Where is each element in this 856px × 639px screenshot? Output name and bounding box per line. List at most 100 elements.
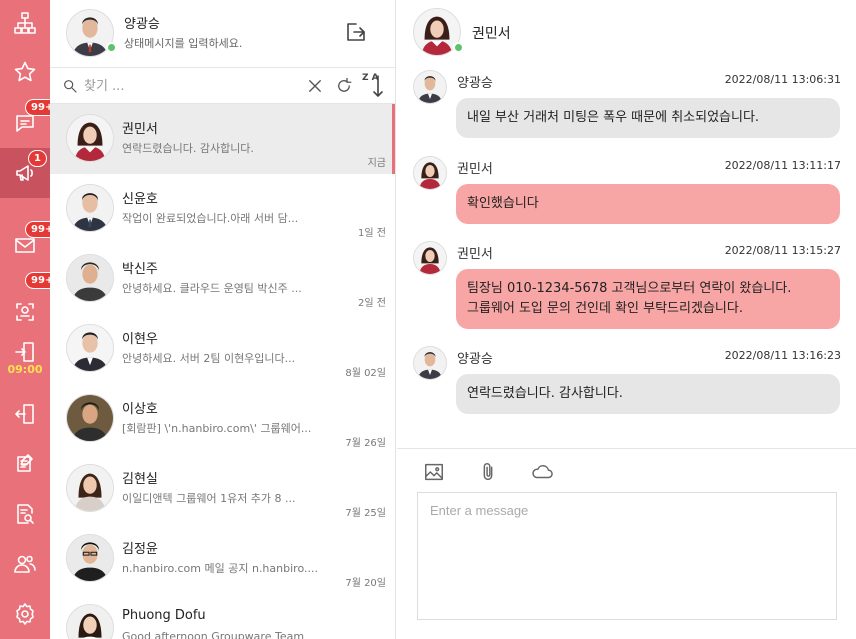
contact-name: Phuong Dofu bbox=[122, 608, 206, 623]
man-portrait-icon bbox=[67, 325, 113, 371]
attach-image-button[interactable] bbox=[423, 461, 445, 483]
rail-people[interactable] bbox=[0, 544, 50, 584]
people-icon bbox=[14, 555, 36, 573]
rail-search-docs[interactable] bbox=[0, 494, 50, 534]
contact-avatar bbox=[66, 184, 114, 232]
clock-in-time: 09:00 bbox=[7, 363, 43, 376]
rail-rec[interactable]: 99+ bbox=[0, 272, 60, 332]
contact-avatar bbox=[66, 464, 114, 512]
woman-portrait-icon bbox=[67, 465, 113, 511]
sender-avatar bbox=[413, 346, 447, 380]
rail-memo[interactable] bbox=[0, 443, 50, 483]
sort-button[interactable]: Z A bbox=[362, 73, 386, 99]
message-sender: 권민서 bbox=[457, 247, 493, 262]
chat-message: 양광승 2022/08/11 13:16:23 연락드렸습니다. 감사합니다. bbox=[397, 346, 856, 422]
rail-org-chart[interactable] bbox=[0, 3, 50, 43]
message-preview: 안녕하세요. 서버 2팀 이현우입니다... bbox=[122, 352, 296, 365]
message-bubble: 팀장님 010-1234-5678 고객님으로부터 연락이 왔습니다. 그룹웨어… bbox=[456, 269, 840, 329]
message-time: 7월 25일 bbox=[345, 508, 386, 519]
message-text: 팀장님 010-1234-5678 고객님으로부터 연락이 왔습니다. bbox=[467, 281, 792, 296]
woman-portrait-icon bbox=[67, 115, 113, 161]
conversation-item[interactable]: 이현우 안녕하세요. 서버 2팀 이현우입니다... 8월 02일 bbox=[50, 314, 395, 384]
contact-avatar bbox=[66, 534, 114, 582]
search-bar: Z A bbox=[50, 68, 395, 104]
conversation-list: 권민서 연락드렸습니다. 감사합니다. 지금 신윤호 작업이 완료되었습니다.아… bbox=[50, 104, 395, 639]
refresh-icon bbox=[338, 77, 352, 92]
star-icon bbox=[14, 61, 36, 82]
attachment-icon bbox=[483, 463, 493, 481]
contact-avatar bbox=[66, 604, 114, 639]
message-bubble: 연락드렸습니다. 감사합니다. bbox=[456, 374, 840, 414]
message-sender: 권민서 bbox=[457, 162, 493, 177]
message-text: 그룹웨어 도입 문의 건인데 확인 부탁드리겠습니다. bbox=[467, 301, 743, 316]
gear-icon bbox=[16, 603, 34, 625]
rail-messages[interactable]: 99+ bbox=[0, 99, 60, 143]
message-time: 2일 전 bbox=[358, 298, 386, 309]
search-doc-icon bbox=[17, 504, 34, 524]
message-sender: 양광승 bbox=[457, 76, 493, 91]
left-rail: 99+ 1 99+ 99+ 09:00 bbox=[0, 0, 60, 639]
logout-icon bbox=[347, 23, 365, 41]
conversation-item[interactable]: 신윤호 작업이 완료되었습니다.아래 서버 담... 1일 전 bbox=[50, 174, 395, 244]
message-time: 지금 bbox=[367, 158, 386, 169]
message-timestamp: 2022/08/11 13:15:27 bbox=[724, 244, 841, 257]
conversation-item[interactable]: 김현실 이일디앤텍 그룹웨어 1유저 추가 8 ... 7월 25일 bbox=[50, 454, 395, 524]
man-portrait-icon bbox=[67, 535, 113, 581]
rail-settings[interactable] bbox=[0, 594, 50, 634]
message-preview: 작업이 완료되었습니다.아래 서버 담... bbox=[122, 212, 299, 225]
messenger-app: 99+ 1 99+ 99+ 09:00 양광승 상태메시지를 입력하세요. 찾기… bbox=[0, 0, 856, 639]
rail-clock-out[interactable] bbox=[0, 394, 50, 434]
chat-message: 권민서 2022/08/11 13:11:17 확인했습니다 bbox=[397, 156, 856, 228]
contact-name: 신윤호 bbox=[122, 192, 158, 207]
message-timestamp: 2022/08/11 13:06:31 bbox=[724, 73, 841, 86]
conversation-item[interactable]: 이상호 [회람판] \'n.hanbiro.com\' 그룹웨어... 7월 2… bbox=[50, 384, 395, 454]
contact-name: 이상호 bbox=[122, 402, 158, 417]
message-input[interactable] bbox=[417, 492, 837, 620]
status-message[interactable]: 상태메시지를 입력하세요. bbox=[124, 35, 242, 51]
rec-icon bbox=[16, 303, 34, 321]
message-text: 연락드렸습니다. 감사합니다. bbox=[467, 386, 623, 401]
man-portrait-icon bbox=[414, 71, 446, 103]
woman-portrait-icon bbox=[414, 242, 446, 274]
message-preview: Good afternoon Groupware Team bbox=[122, 630, 305, 639]
message-time: 7월 20일 bbox=[345, 578, 386, 589]
clear-search-button[interactable] bbox=[306, 77, 324, 95]
contact-name: 이현우 bbox=[122, 332, 158, 347]
my-profile: 양광승 상태메시지를 입력하세요. bbox=[50, 0, 395, 68]
message-timestamp: 2022/08/11 13:11:17 bbox=[724, 159, 841, 172]
online-status-dot bbox=[453, 42, 464, 53]
notice-badge: 1 bbox=[28, 150, 47, 167]
woman-portrait-icon bbox=[414, 157, 446, 189]
rail-mail[interactable]: 99+ bbox=[0, 221, 60, 265]
logout-button[interactable] bbox=[344, 20, 368, 44]
search-input[interactable] bbox=[84, 75, 294, 97]
chat-panel: 권민서 양광승 2022/08/11 13:06:31 내일 부산 거래처 미팅… bbox=[397, 0, 856, 639]
man-portrait-icon bbox=[67, 185, 113, 231]
contact-name: 김정윤 bbox=[122, 542, 158, 557]
rail-notice[interactable]: 1 bbox=[0, 148, 50, 198]
rail-favorites[interactable] bbox=[0, 52, 50, 92]
attach-file-button[interactable] bbox=[477, 461, 499, 483]
rail-clock-in[interactable]: 09:00 bbox=[0, 336, 50, 380]
message-time: 1일 전 bbox=[358, 228, 386, 239]
contact-name: 권민서 bbox=[122, 122, 158, 137]
message-preview: 연락드렸습니다. 감사합니다. bbox=[122, 142, 254, 155]
contact-name: 김현실 bbox=[122, 472, 158, 487]
conversation-item[interactable]: Phuong Dofu Good afternoon Groupware Tea… bbox=[50, 594, 395, 639]
clock-in-icon bbox=[15, 342, 34, 362]
conversation-item[interactable]: 김정윤 n.hanbiro.com 메일 공지 n.hanbiro.... 7월… bbox=[50, 524, 395, 594]
contact-avatar bbox=[66, 394, 114, 442]
refresh-button[interactable] bbox=[335, 77, 353, 95]
man-portrait-icon bbox=[67, 395, 113, 441]
cloud-upload-button[interactable] bbox=[529, 461, 555, 483]
contact-name: 박신주 bbox=[122, 262, 158, 277]
contact-avatar bbox=[66, 254, 114, 302]
conversation-item[interactable]: 박신주 안녕하세요. 클라우드 운영팀 박신주 ... 2일 전 bbox=[50, 244, 395, 314]
my-name: 양광승 bbox=[124, 17, 160, 32]
conversation-item[interactable]: 권민서 연락드렸습니다. 감사합니다. 지금 bbox=[50, 104, 395, 174]
composer-toolbar bbox=[397, 448, 856, 492]
sort-arrow-icon bbox=[373, 75, 383, 97]
message-timestamp: 2022/08/11 13:16:23 bbox=[724, 349, 841, 362]
message-text: 내일 부산 거래처 미팅은 폭우 때문에 취소되었습니다. bbox=[467, 110, 760, 125]
man-portrait-icon bbox=[67, 255, 113, 301]
